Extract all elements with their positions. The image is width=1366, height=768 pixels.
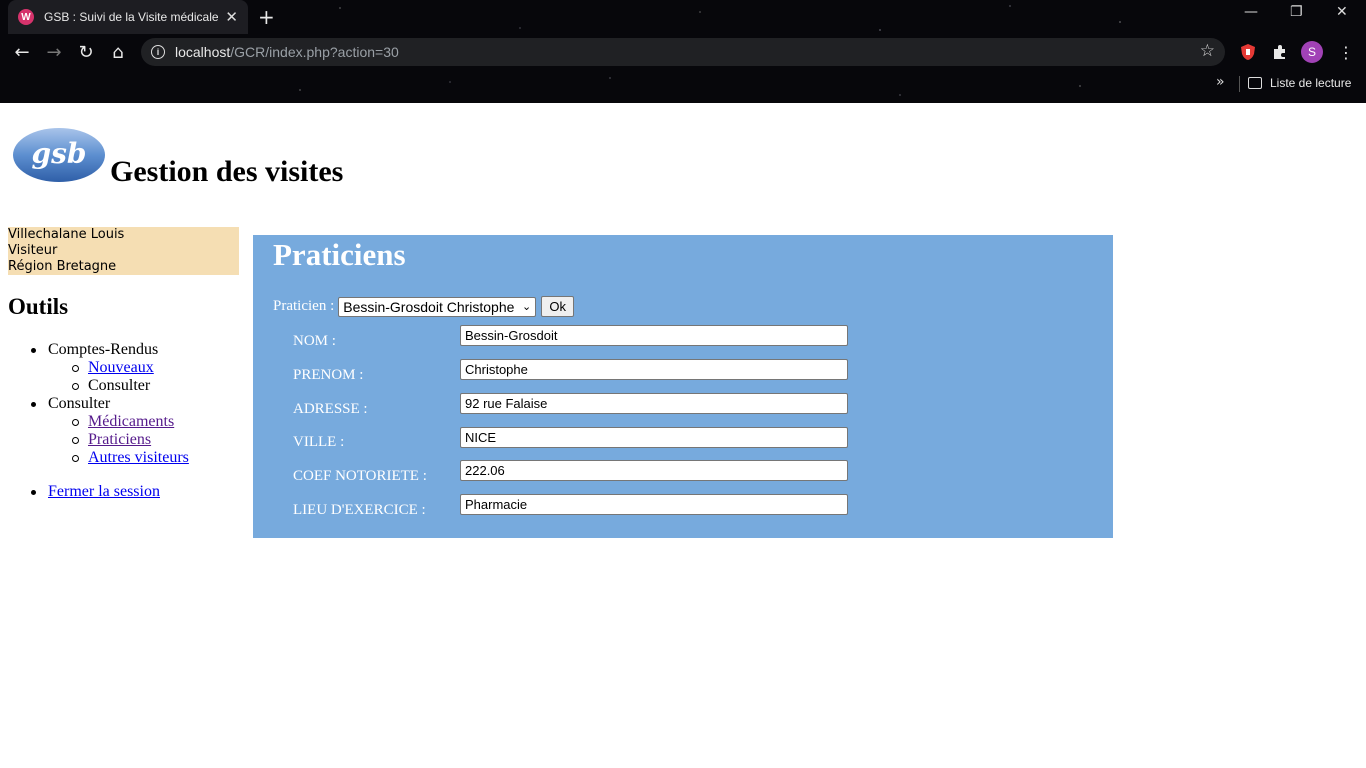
- ville-label: VILLE :: [293, 434, 345, 450]
- sidebar-menu: Comptes-Rendus Nouveaux Consulter Consul…: [31, 341, 189, 501]
- coef-notoriete-label: COEF NOTORIETE :: [293, 468, 427, 484]
- reading-list-icon: [1248, 77, 1262, 89]
- extension-shield-icon[interactable]: [1238, 42, 1258, 62]
- logout-link[interactable]: Fermer la session: [48, 483, 160, 500]
- browser-chrome: W GSB : Suivi de la Visite médicale ✕ + …: [0, 0, 1366, 103]
- menu-item-praticiens[interactable]: Praticiens: [48, 431, 189, 449]
- nom-label: NOM :: [293, 333, 336, 349]
- address-bar[interactable]: i localhost /GCR/index.php?action=30 ☆: [141, 38, 1225, 66]
- reload-icon[interactable]: ↻: [74, 40, 98, 64]
- tab-title: GSB : Suivi de la Visite médicale: [44, 10, 219, 24]
- adresse-label: ADRESSE :: [293, 401, 368, 417]
- user-role: Visiteur: [8, 243, 58, 258]
- praticiens-panel: Praticiens Praticien : Bessin-Grosdoit C…: [253, 235, 1113, 538]
- menu-item-nouveaux[interactable]: Nouveaux: [48, 359, 189, 377]
- gsb-logo: gsb: [12, 126, 106, 184]
- praticiens-link[interactable]: Praticiens: [88, 431, 151, 448]
- user-region: Région Bretagne: [8, 259, 117, 274]
- url-path: /GCR/index.php?action=30: [230, 44, 399, 60]
- svg-text:gsb: gsb: [32, 137, 87, 170]
- menu-item-autres-visiteurs[interactable]: Autres visiteurs: [48, 449, 189, 467]
- bookmarks-overflow-icon[interactable]: »: [1216, 74, 1225, 90]
- close-tab-icon[interactable]: ✕: [225, 8, 238, 26]
- coef-notoriete-field[interactable]: [460, 460, 848, 481]
- adresse-field[interactable]: [460, 393, 848, 414]
- bookmark-star-icon[interactable]: ☆: [1200, 41, 1215, 61]
- menu-item-consulter-cr: Consulter: [48, 377, 189, 395]
- menu-item-logout[interactable]: Fermer la session: [31, 483, 189, 501]
- back-icon[interactable]: ←: [10, 40, 34, 64]
- user-info-box: Villechalane Louis Visiteur Région Breta…: [8, 227, 239, 275]
- new-tab-icon[interactable]: +: [258, 5, 275, 29]
- menu-group-consulter: Consulter: [31, 395, 189, 413]
- ok-button[interactable]: Ok: [541, 296, 575, 317]
- reading-list-label: Liste de lecture: [1270, 76, 1352, 90]
- site-info-icon[interactable]: i: [151, 45, 165, 59]
- tab-favicon-icon: W: [18, 9, 34, 25]
- minimize-icon[interactable]: —: [1244, 4, 1258, 20]
- page-title: Gestion des visites: [110, 155, 344, 188]
- home-icon[interactable]: ⌂: [106, 40, 130, 64]
- profile-avatar[interactable]: S: [1301, 41, 1323, 63]
- reading-list-button[interactable]: Liste de lecture: [1248, 76, 1351, 90]
- prenom-field[interactable]: [460, 359, 848, 380]
- menu-kebab-icon[interactable]: ⋮: [1334, 40, 1358, 64]
- praticien-select-value: Bessin-Grosdoit Christophe: [343, 298, 515, 315]
- menu-group-comptes-rendus: Comptes-Rendus: [31, 341, 189, 359]
- extensions-puzzle-icon[interactable]: [1270, 42, 1290, 62]
- nouveaux-link[interactable]: Nouveaux: [88, 359, 154, 376]
- restore-icon[interactable]: ❐: [1290, 4, 1303, 20]
- url-host: localhost: [175, 44, 231, 60]
- autres-visiteurs-link[interactable]: Autres visiteurs: [88, 449, 189, 466]
- lieu-exercice-label: LIEU D'EXERCICE :: [293, 502, 426, 518]
- close-window-icon[interactable]: ✕: [1336, 4, 1348, 20]
- chevron-down-icon: ⌄: [522, 299, 532, 313]
- forward-icon[interactable]: →: [42, 40, 66, 64]
- praticien-select[interactable]: Bessin-Grosdoit Christophe ⌄: [338, 296, 537, 317]
- browser-tab[interactable]: W GSB : Suivi de la Visite médicale ✕: [8, 0, 248, 34]
- medicaments-link[interactable]: Médicaments: [88, 413, 174, 430]
- bookmarks-separator: [1239, 76, 1240, 92]
- ville-field[interactable]: [460, 427, 848, 448]
- praticien-select-label: Praticien :: [273, 298, 335, 314]
- user-name: Villechalane Louis: [8, 227, 125, 242]
- praticien-select-row: Praticien : Bessin-Grosdoit Christophe ⌄…: [273, 296, 575, 317]
- lieu-exercice-field[interactable]: [460, 494, 848, 515]
- menu-item-medicaments[interactable]: Médicaments: [48, 413, 189, 431]
- nom-field[interactable]: [460, 325, 848, 346]
- prenom-label: PRENOM :: [293, 367, 364, 383]
- panel-title: Praticiens: [273, 237, 406, 272]
- sidebar-heading: Outils: [8, 294, 69, 319]
